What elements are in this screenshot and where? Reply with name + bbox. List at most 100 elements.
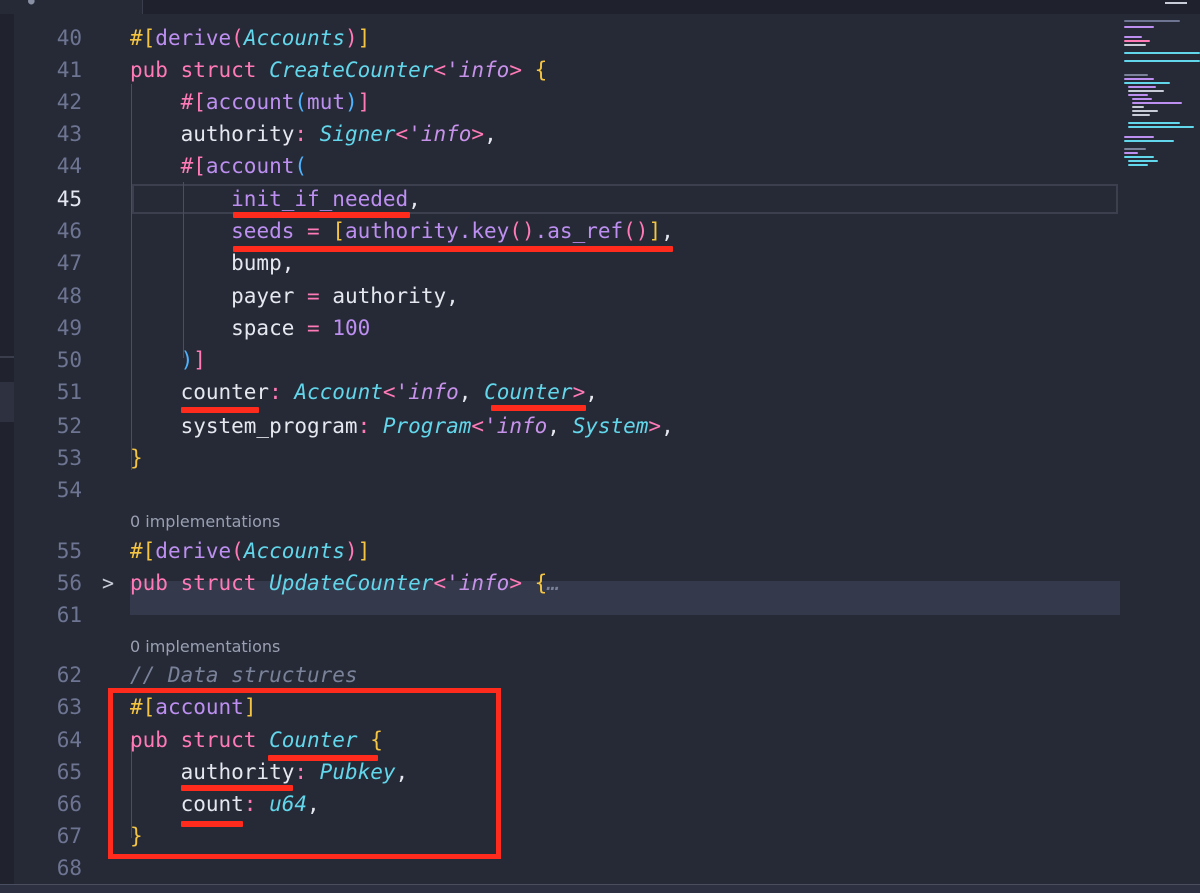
minimap-line — [1124, 152, 1138, 154]
editor-tab[interactable]: ● — [0, 0, 143, 14]
code-text: space = 100 — [130, 312, 370, 344]
minimap-line — [1124, 40, 1150, 42]
line-number: 50 — [56, 348, 82, 372]
code-token: : — [294, 122, 320, 146]
minimap-line — [1124, 78, 1154, 80]
code-line[interactable]: 62 // Data structures — [14, 659, 1120, 691]
code-line[interactable]: 53} — [14, 442, 1120, 474]
line-number: 54 — [56, 478, 82, 502]
line-number: 67 — [56, 824, 82, 848]
line-number: 68 — [56, 856, 82, 880]
line-number: 46 — [56, 219, 82, 243]
code-token: system_program — [130, 414, 358, 438]
code-token: < — [433, 58, 447, 82]
code-text: #[account( — [130, 150, 307, 182]
code-line[interactable]: 51 counter: Account<'info, Counter>, — [14, 376, 1120, 408]
minimap-line — [1124, 26, 1154, 28]
minimap-line — [1124, 52, 1200, 54]
code-token: , — [661, 414, 674, 438]
code-line[interactable]: 49 space = 100 — [14, 312, 1120, 344]
minimap-line — [1132, 114, 1150, 116]
code-token: 'info — [395, 380, 459, 404]
code-line[interactable]: 44 #[account( — [14, 150, 1120, 182]
code-token: // Data structures — [130, 663, 358, 687]
code-text: authority: Signer<'info>, — [130, 118, 497, 150]
code-line[interactable]: 56 > pub struct UpdateCounter<'info> {… — [14, 567, 1120, 599]
code-text: pub struct CreateCounter<'info> { — [130, 54, 547, 86]
code-token: payer — [130, 284, 308, 308]
line-number: 47 — [56, 251, 82, 275]
code-token: space — [130, 316, 308, 340]
code-line[interactable]: 61 — [14, 599, 1120, 631]
code-token: init_if_needed — [231, 187, 409, 211]
minimap-line — [1124, 36, 1142, 38]
code-text: counter: Account<'info, Counter>, — [130, 376, 598, 408]
code-line[interactable]: 41 pub struct CreateCounter<'info> { — [14, 54, 1120, 86]
code-token: account — [205, 90, 295, 114]
code-line[interactable]: 40 #[derive(Accounts)] — [14, 22, 1120, 54]
line-number: 61 — [56, 603, 82, 627]
code-line[interactable]: 50 )] — [14, 344, 1120, 376]
code-token: derive — [155, 26, 232, 50]
line-number: 56 — [56, 571, 82, 595]
minimap-line — [1128, 164, 1148, 166]
line-number: 43 — [56, 122, 82, 146]
annotation-underline — [181, 407, 259, 413]
code-text: } — [130, 442, 143, 474]
line-number: 49 — [56, 316, 82, 340]
activity-bar — [0, 14, 14, 892]
line-number: 66 — [56, 792, 82, 816]
line-number: 63 — [56, 695, 82, 719]
code-line[interactable]: 46 seeds = [authority.key().as_ref()], — [14, 215, 1120, 247]
code-token: System — [572, 414, 649, 438]
code-line[interactable]: 42 #[account(mut)] — [14, 86, 1120, 118]
code-token: = — [307, 316, 320, 340]
code-token: , — [661, 219, 674, 243]
code-token: , — [484, 122, 497, 146]
code-token: #[ — [130, 26, 156, 50]
activity-divider — [0, 356, 14, 358]
code-token: > — [648, 414, 662, 438]
editor-tab-bar: ● — [0, 0, 1200, 14]
minimap[interactable] — [1120, 14, 1200, 892]
code-token: , — [547, 414, 573, 438]
minimap-line — [1124, 140, 1174, 142]
code-line[interactable]: 43 authority: Signer<'info>, — [14, 118, 1120, 150]
code-text: system_program: Program<'info, System>, — [130, 410, 674, 442]
line-number: 48 — [56, 284, 82, 308]
code-token: , — [585, 380, 598, 404]
annotation-underline — [491, 405, 586, 411]
code-token: : — [269, 380, 295, 404]
codelens-implementations[interactable]: 0 implementations — [130, 636, 280, 658]
code-token: , — [458, 380, 485, 404]
code-text: init_if_needed, — [130, 183, 421, 215]
code-token: [ — [332, 219, 345, 243]
minimap-line — [1124, 44, 1146, 46]
code-token: pub struct — [130, 571, 270, 595]
minimap-line — [1124, 82, 1170, 84]
codelens-implementations[interactable]: 0 implementations — [130, 511, 280, 533]
line-number: 65 — [56, 760, 82, 784]
code-token: .as_ref — [534, 219, 624, 243]
code-line[interactable]: 54 — [14, 474, 1120, 506]
code-token: 100 — [319, 316, 371, 340]
line-number: 42 — [56, 90, 82, 114]
menu-icon[interactable] — [1165, 2, 1187, 4]
line-number: 52 — [56, 414, 82, 438]
code-token: : — [357, 414, 383, 438]
fold-chevron-icon[interactable]: > — [102, 567, 114, 599]
code-token: ] — [357, 90, 371, 114]
code-line[interactable]: 48 payer = authority, — [14, 280, 1120, 312]
code-line[interactable]: 55 #[derive(Accounts)] — [14, 535, 1120, 567]
code-token: ) — [344, 539, 358, 563]
minimap-line — [1124, 20, 1180, 22]
annotation-box — [108, 688, 501, 859]
code-token: Counter — [484, 380, 573, 404]
code-token: ) — [344, 26, 358, 50]
code-line[interactable]: 52 system_program: Program<'info, System… — [14, 410, 1120, 442]
code-line[interactable]: 45 init_if_needed, — [14, 183, 1120, 215]
minimap-line — [1124, 148, 1146, 150]
code-token: > — [572, 380, 586, 404]
activity-item-active[interactable] — [0, 382, 14, 422]
line-number: 40 — [56, 26, 82, 50]
